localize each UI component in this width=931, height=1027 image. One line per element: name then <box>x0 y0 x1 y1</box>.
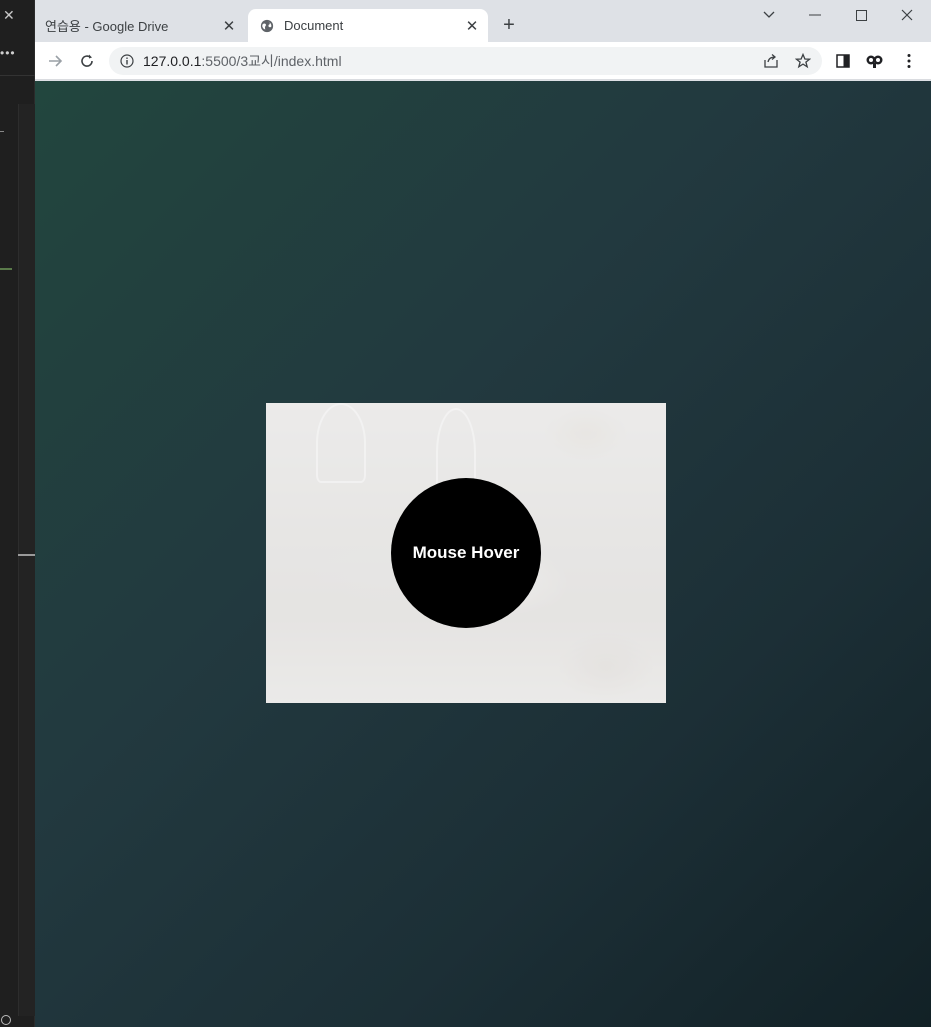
url-path: :5500/3교시/index.html <box>201 53 342 69</box>
hover-label: Mouse Hover <box>412 543 520 562</box>
reload-icon[interactable] <box>76 50 98 72</box>
editor-close-icon[interactable]: ✕ <box>3 8 15 22</box>
tab-search-chevron-icon[interactable] <box>757 4 781 26</box>
address-bar[interactable]: 127.0.0.1:5500/3교시/index.html <box>109 47 822 75</box>
globe-icon <box>260 19 274 32</box>
maximize-icon[interactable] <box>849 4 873 26</box>
profile-icon[interactable] <box>864 50 886 72</box>
tab-document[interactable]: Document ✕ <box>248 9 488 42</box>
editor-more-icon[interactable]: ••• <box>0 46 16 60</box>
editor-scroll-thumb[interactable] <box>18 554 35 556</box>
kebab-menu-icon[interactable] <box>898 50 920 72</box>
editor-divider <box>0 75 35 76</box>
tab-strip: 연습용 - Google Drive ✕ Document ✕ + <box>35 0 931 42</box>
browser-toolbar: 127.0.0.1:5500/3교시/index.html <box>35 42 931 80</box>
background-editor-strip: ✕ ••• <box>0 0 35 1027</box>
page-viewport: Mouse Hover <box>35 81 931 1027</box>
tab-title: 연습용 - Google Drive <box>45 19 169 34</box>
new-tab-button[interactable]: + <box>498 14 520 36</box>
window-close-icon[interactable] <box>895 4 919 26</box>
tab-close-icon[interactable]: ✕ <box>464 18 480 35</box>
editor-gutter-mark <box>0 131 4 132</box>
editor-minimap <box>18 104 35 1016</box>
mouse-hover-circle[interactable]: Mouse Hover <box>391 478 541 628</box>
share-icon[interactable] <box>761 51 781 71</box>
tab-title: Document <box>284 18 344 33</box>
address-url: 127.0.0.1:5500/3교시/index.html <box>143 51 342 71</box>
hover-image-card[interactable]: Mouse Hover <box>266 403 666 703</box>
back-arrow-icon[interactable] <box>44 50 66 72</box>
tab-close-icon[interactable]: ✕ <box>221 18 237 35</box>
editor-status-icon <box>1 1015 11 1025</box>
url-host: 127.0.0.1 <box>143 53 202 69</box>
info-icon[interactable] <box>120 54 134 68</box>
star-icon[interactable] <box>793 51 813 71</box>
side-panel-icon[interactable] <box>832 50 854 72</box>
browser-window: 연습용 - Google Drive ✕ Document ✕ + 127.0.… <box>35 0 931 1027</box>
tab-google-drive[interactable]: 연습용 - Google Drive ✕ <box>35 9 245 42</box>
editor-gutter-mark <box>0 268 12 270</box>
minimize-icon[interactable] <box>803 4 827 26</box>
